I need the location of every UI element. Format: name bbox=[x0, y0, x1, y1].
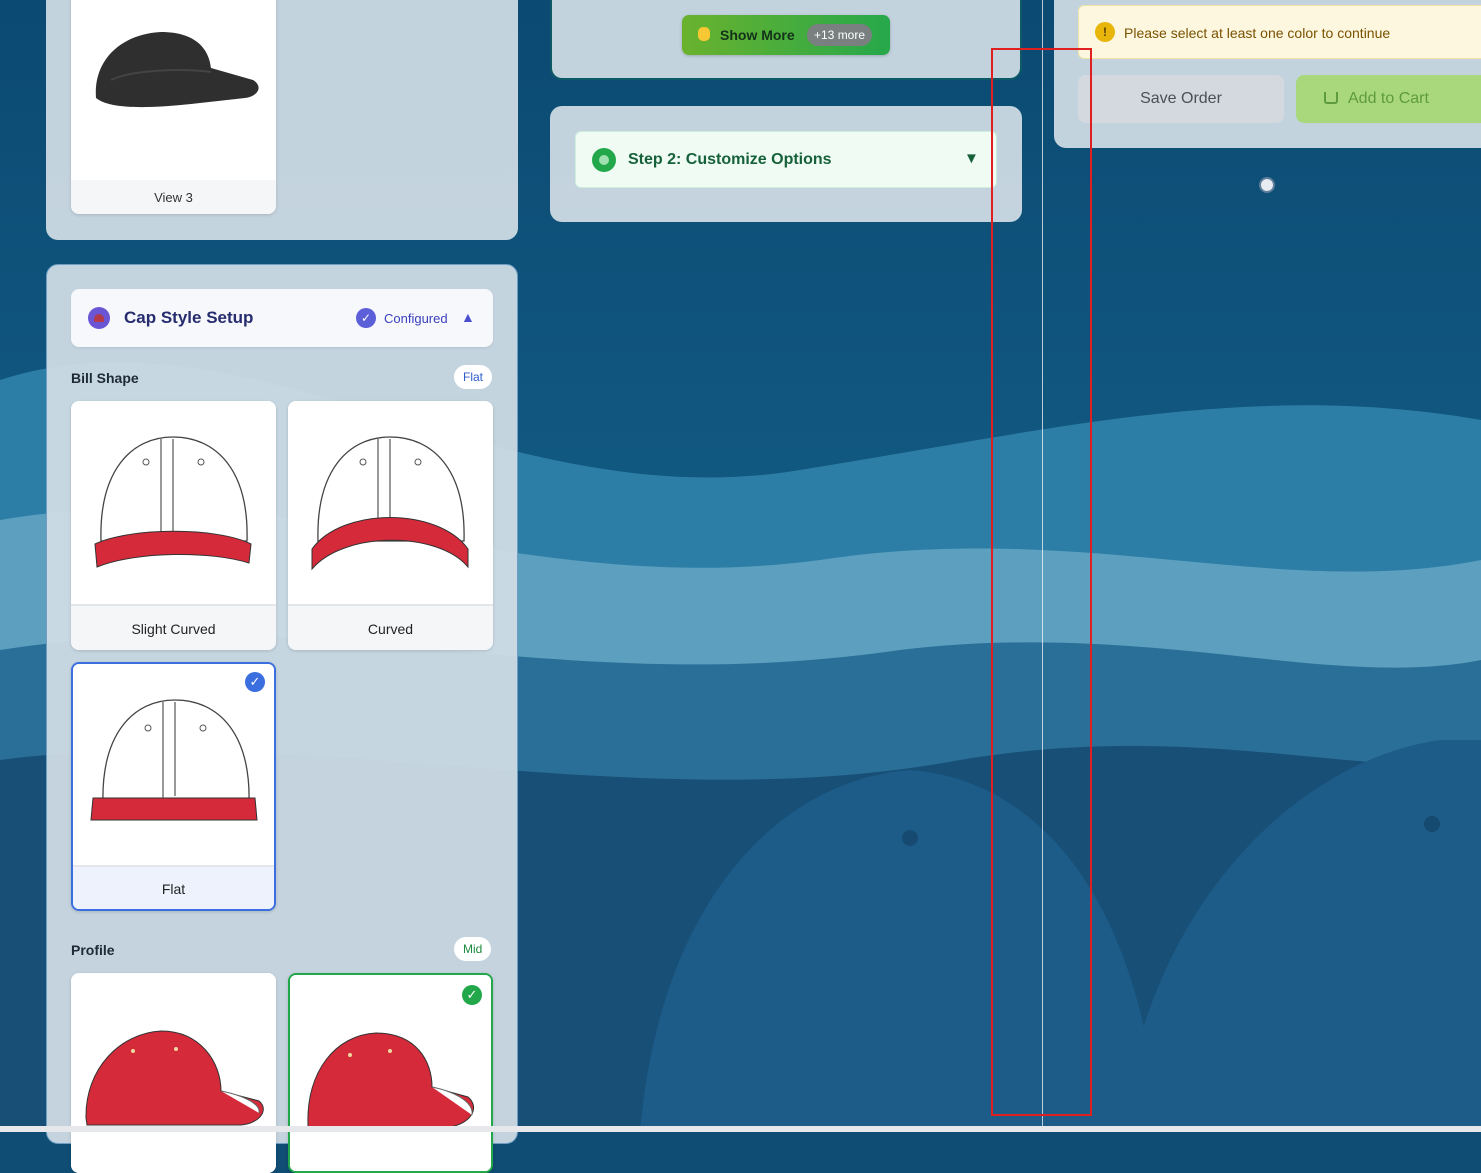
selected-check-icon: ✓ bbox=[462, 985, 482, 1005]
add-to-cart-button[interactable]: Add to Cart bbox=[1296, 75, 1481, 123]
color-options-panel: Show More +13 more bbox=[550, 0, 1022, 80]
bill-shape-title: Bill Shape bbox=[71, 370, 139, 386]
view-card[interactable]: View 3 bbox=[71, 0, 276, 214]
view-card-label: View 3 bbox=[71, 180, 276, 214]
bill-shape-selected-badge: Flat bbox=[454, 365, 493, 389]
warning-text: Please select at least one color to cont… bbox=[1124, 25, 1391, 41]
save-order-button[interactable]: Save Order bbox=[1078, 75, 1284, 123]
slight-curved-cap-image bbox=[71, 401, 276, 606]
save-order-label: Save Order bbox=[1140, 90, 1222, 107]
step2-header[interactable]: Step 2: Customize Options ▼ bbox=[575, 131, 997, 188]
curved-cap-image bbox=[288, 401, 493, 606]
configured-status: Configured bbox=[384, 311, 448, 326]
flat-cap-image bbox=[73, 664, 274, 864]
show-more-button[interactable]: Show More +13 more bbox=[682, 15, 890, 55]
highlight-box bbox=[991, 48, 1092, 1116]
configured-check-icon: ✓ bbox=[356, 308, 376, 328]
step2-panel: Step 2: Customize Options ▼ bbox=[550, 106, 1022, 222]
mid-profile-cap-image bbox=[290, 975, 491, 1171]
expand-arrow-icon[interactable]: ▼ bbox=[964, 150, 979, 167]
low-profile-cap-image bbox=[71, 973, 276, 1173]
gear-icon bbox=[592, 148, 616, 172]
color-warning-alert: ! Please select at least one color to co… bbox=[1078, 5, 1481, 59]
bill-option-flat[interactable]: ✓ Flat bbox=[71, 662, 276, 911]
collapse-arrow-icon[interactable]: ▲ bbox=[461, 309, 475, 325]
profile-selected-badge: Mid bbox=[454, 937, 492, 961]
selected-check-icon: ✓ bbox=[245, 672, 265, 692]
more-count-badge: +13 more bbox=[807, 24, 873, 46]
cap-style-icon bbox=[88, 307, 110, 329]
bill-option-label: Flat bbox=[73, 865, 274, 909]
cursor-dot bbox=[1259, 177, 1275, 193]
order-actions-panel: ! Please select at least one color to co… bbox=[1054, 0, 1481, 148]
cart-icon bbox=[1324, 92, 1338, 104]
cap-view-image bbox=[95, 32, 259, 108]
cap-style-title: Cap Style Setup bbox=[124, 308, 254, 327]
pointing-hand-icon bbox=[698, 27, 710, 41]
view-gallery-panel: View 3 bbox=[46, 0, 518, 240]
bill-option-curved[interactable]: Curved bbox=[288, 401, 493, 650]
profile-option-low[interactable] bbox=[71, 973, 276, 1173]
bill-option-label: Slight Curved bbox=[71, 604, 276, 650]
step2-title: Step 2: Customize Options bbox=[628, 151, 832, 168]
cap-style-panel: Cap Style Setup ✓ Configured ▲ Bill Shap… bbox=[46, 264, 518, 1173]
bill-option-slight-curved[interactable]: Slight Curved bbox=[71, 401, 276, 650]
bottom-edge-strip bbox=[0, 1126, 1481, 1132]
show-more-label: Show More bbox=[720, 27, 795, 43]
bill-option-label: Curved bbox=[288, 604, 493, 650]
profile-title: Profile bbox=[71, 942, 115, 958]
warning-icon: ! bbox=[1095, 22, 1115, 42]
profile-option-mid[interactable]: ✓ bbox=[288, 973, 493, 1173]
add-to-cart-label: Add to Cart bbox=[1348, 90, 1429, 107]
cap-style-header[interactable]: Cap Style Setup ✓ Configured ▲ bbox=[71, 289, 493, 347]
